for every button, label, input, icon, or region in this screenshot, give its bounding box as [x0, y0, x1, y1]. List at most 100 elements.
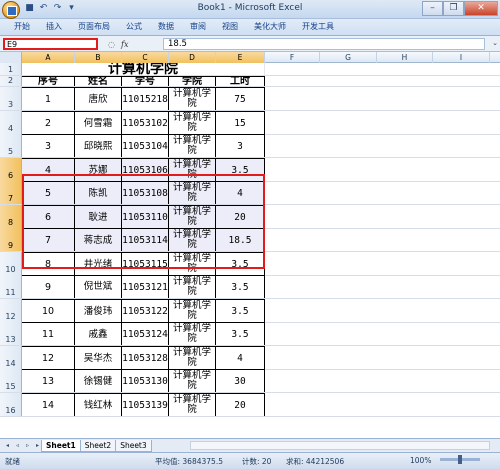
cell-dept[interactable]: 计算机学院 [169, 228, 216, 251]
cell-seq[interactable]: 8 [22, 252, 75, 275]
first-sheet-icon[interactable]: ◂ [3, 441, 12, 450]
cell-seq[interactable]: 12 [22, 346, 75, 369]
cell-hours[interactable]: 30 [216, 369, 265, 392]
cell-dept[interactable]: 计算机学院 [169, 205, 216, 228]
cell-dept[interactable]: 计算机学院 [169, 369, 216, 392]
column-title-id[interactable]: 学号 [122, 76, 169, 86]
select-all-corner[interactable] [0, 52, 22, 63]
cell-hours[interactable]: 75 [216, 87, 265, 110]
cell-hours[interactable]: 20 [216, 205, 265, 228]
row-header[interactable]: 7 [0, 181, 22, 204]
cell-hours[interactable]: 3.5 [216, 275, 265, 298]
column-header-h[interactable]: H [377, 52, 433, 63]
ribbon-tab[interactable]: 审阅 [184, 20, 212, 34]
row-header[interactable]: 16 [0, 393, 22, 416]
cell-id[interactable]: 11053124 [122, 322, 169, 345]
cell-dept[interactable]: 计算机学院 [169, 252, 216, 275]
cell-hours[interactable]: 15 [216, 111, 265, 134]
row-header[interactable]: 2 [0, 76, 22, 86]
ribbon-tab[interactable]: 公式 [120, 20, 148, 34]
cell-name[interactable]: 何雪霜 [75, 111, 122, 134]
row-header[interactable]: 5 [0, 134, 22, 157]
restore-icon[interactable]: ❐ [443, 1, 464, 16]
ribbon-tab[interactable]: 开始 [8, 20, 36, 34]
cell-name[interactable]: 潘俊玮 [75, 299, 122, 322]
cell-id[interactable]: 11053108 [122, 181, 169, 204]
cell-seq[interactable]: 11 [22, 322, 75, 345]
cell-hours[interactable]: 3.5 [216, 252, 265, 275]
name-box[interactable]: E9 [3, 38, 98, 50]
cell-name[interactable]: 蒋志成 [75, 228, 122, 251]
column-header-b[interactable]: B [75, 52, 122, 63]
cell-id[interactable]: 11053110 [122, 205, 169, 228]
cell-seq[interactable]: 2 [22, 111, 75, 134]
ribbon-tab[interactable]: 美化大师 [248, 20, 292, 34]
column-header-a[interactable]: A [22, 52, 75, 63]
cell-seq[interactable]: 1 [22, 87, 75, 110]
cell-hours[interactable]: 3 [216, 134, 265, 157]
cell-id[interactable]: 11053122 [122, 299, 169, 322]
formula-input[interactable]: 18.5 [163, 38, 485, 50]
cell-dept[interactable]: 计算机学院 [169, 87, 216, 110]
cell-seq[interactable]: 13 [22, 369, 75, 392]
cell-seq[interactable]: 10 [22, 299, 75, 322]
cell-dept[interactable]: 计算机学院 [169, 346, 216, 369]
cell-seq[interactable]: 4 [22, 158, 75, 181]
column-title-hours[interactable]: 工时 [216, 76, 265, 86]
row-header[interactable]: 3 [0, 87, 22, 110]
cell-name[interactable]: 陈凯 [75, 181, 122, 204]
column-header-g[interactable]: G [320, 52, 377, 63]
cell-hours[interactable]: 18.5 [216, 228, 265, 251]
cell-name[interactable]: 戚鑫 [75, 322, 122, 345]
horizontal-scrollbar[interactable] [190, 441, 490, 450]
cell-name[interactable]: 唐欣 [75, 87, 122, 110]
column-header-c[interactable]: C [122, 52, 169, 63]
column-header-i[interactable]: I [433, 52, 490, 63]
row-header[interactable]: 9 [0, 228, 22, 251]
cell-hours[interactable]: 3.5 [216, 158, 265, 181]
cell-dept[interactable]: 计算机学院 [169, 393, 216, 416]
cell-seq[interactable]: 9 [22, 275, 75, 298]
next-sheet-icon[interactable]: ▹ [23, 441, 32, 450]
prev-sheet-icon[interactable]: ◃ [13, 441, 22, 450]
cell-name[interactable]: 邱晓熙 [75, 134, 122, 157]
cell-id[interactable]: 11053104 [122, 134, 169, 157]
cell-dept[interactable]: 计算机学院 [169, 158, 216, 181]
cell-name[interactable]: 钱红林 [75, 393, 122, 416]
row-header[interactable]: 15 [0, 369, 22, 392]
sheet-tab[interactable]: Sheet2 [79, 439, 117, 452]
cell-hours[interactable]: 3.5 [216, 299, 265, 322]
cell-id[interactable]: 11053115 [122, 252, 169, 275]
zoom-knob[interactable] [458, 455, 462, 464]
cell-id[interactable]: 11053121 [122, 275, 169, 298]
cell-id[interactable]: 11053139 [122, 393, 169, 416]
cell-dept[interactable]: 计算机学院 [169, 134, 216, 157]
column-title-name[interactable]: 姓名 [75, 76, 122, 86]
cell-name[interactable]: 吴华杰 [75, 346, 122, 369]
cell-seq[interactable]: 6 [22, 205, 75, 228]
cell-hours[interactable]: 4 [216, 346, 265, 369]
cell-dept[interactable]: 计算机学院 [169, 275, 216, 298]
sheet-title[interactable]: 计算机学院 [22, 63, 265, 75]
cell-id[interactable]: 11053114 [122, 228, 169, 251]
cell-seq[interactable]: 14 [22, 393, 75, 416]
row-header[interactable]: 8 [0, 205, 22, 228]
ribbon-tab[interactable]: 开发工具 [296, 20, 340, 34]
row-header[interactable]: 12 [0, 299, 22, 322]
sheet-tab[interactable]: Sheet3 [115, 439, 152, 452]
row-header[interactable]: 11 [0, 275, 22, 298]
cell-seq[interactable]: 7 [22, 228, 75, 251]
row-header[interactable]: 14 [0, 346, 22, 369]
ribbon-tab[interactable]: 插入 [40, 20, 68, 34]
cell-name[interactable]: 井光绪 [75, 252, 122, 275]
row-header[interactable]: 4 [0, 111, 22, 134]
column-title-dept[interactable]: 学院 [169, 76, 216, 86]
row-header[interactable]: 10 [0, 252, 22, 275]
cell-dept[interactable]: 计算机学院 [169, 111, 216, 134]
row-header[interactable]: 6 [0, 158, 22, 181]
cell-name[interactable]: 徐锡健 [75, 369, 122, 392]
column-title-seq[interactable]: 序号 [22, 76, 75, 86]
cell-hours[interactable]: 4 [216, 181, 265, 204]
cell-seq[interactable]: 3 [22, 134, 75, 157]
ribbon-tab[interactable]: 数据 [152, 20, 180, 34]
